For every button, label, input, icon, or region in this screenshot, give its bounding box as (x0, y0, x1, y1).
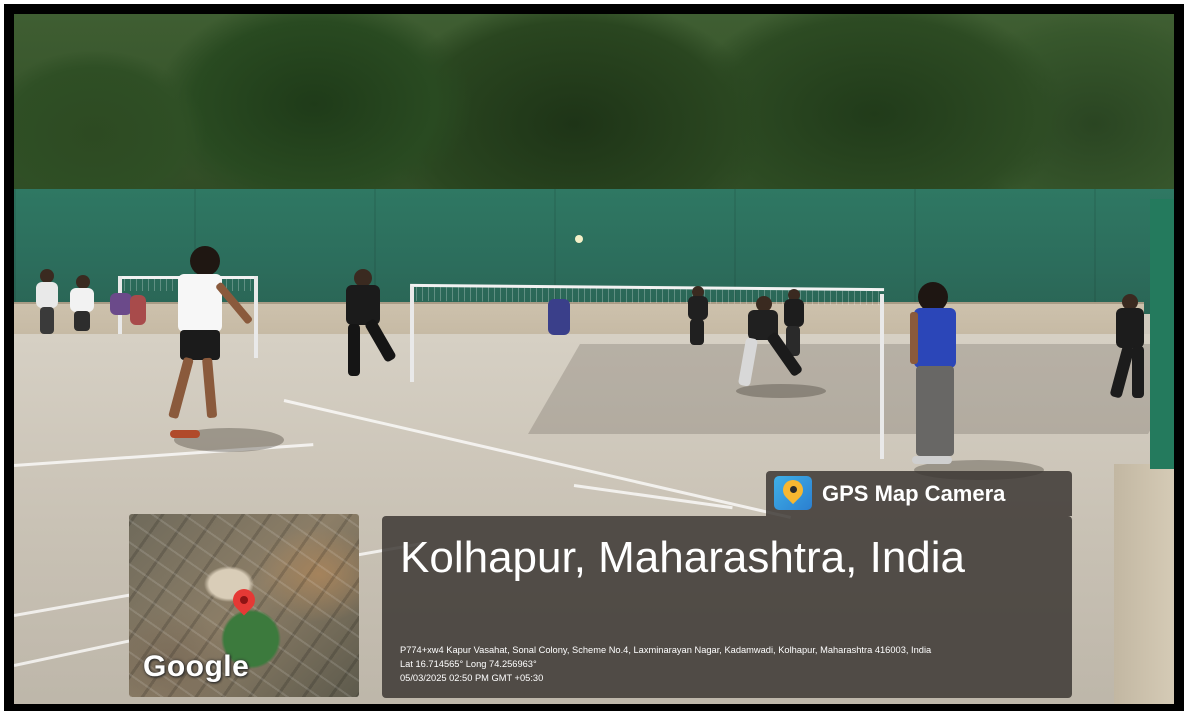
player-black-shirt (340, 269, 420, 384)
coordinates-line: Lat 16.714565° Long 74.256963° (400, 659, 537, 669)
green-post (1150, 199, 1174, 469)
spectators-left (30, 269, 150, 334)
gps-map-camera-icon (774, 476, 812, 510)
player-lunging (726, 296, 826, 398)
location-info-box: Kolhapur, Maharashtra, India P774+xw4 Ka… (382, 516, 1072, 698)
player-far-court (544, 299, 574, 339)
spectator-right (1109, 294, 1150, 404)
google-logo: Google (143, 650, 250, 683)
player-blue-shirt (900, 282, 1044, 480)
image-frame: Google GPS Map Camera Kolhapur, Maharash… (4, 4, 1184, 711)
shuttlecock (575, 235, 583, 243)
net-shadow (528, 344, 1174, 434)
map-pin-icon (228, 584, 260, 616)
gps-brand-tab: GPS Map Camera (766, 471, 1072, 516)
address-line: P774+xw4 Kapur Vasahat, Sonal Colony, Sc… (400, 645, 932, 655)
location-details: P774+xw4 Kapur Vasahat, Sonal Colony, Sc… (400, 643, 1065, 685)
location-map: Google (129, 514, 359, 697)
badminton-court-photo: Google GPS Map Camera Kolhapur, Maharash… (14, 14, 1174, 704)
brand-label: GPS Map Camera (822, 481, 1006, 506)
right-wall (1114, 464, 1174, 704)
location-title: Kolhapur, Maharashtra, India (400, 533, 966, 582)
player-far-court (682, 286, 722, 346)
player-white-shirt (164, 246, 284, 452)
net-post (880, 294, 884, 459)
datetime-line: 05/03/2025 02:50 PM GMT +05:30 (400, 673, 544, 683)
